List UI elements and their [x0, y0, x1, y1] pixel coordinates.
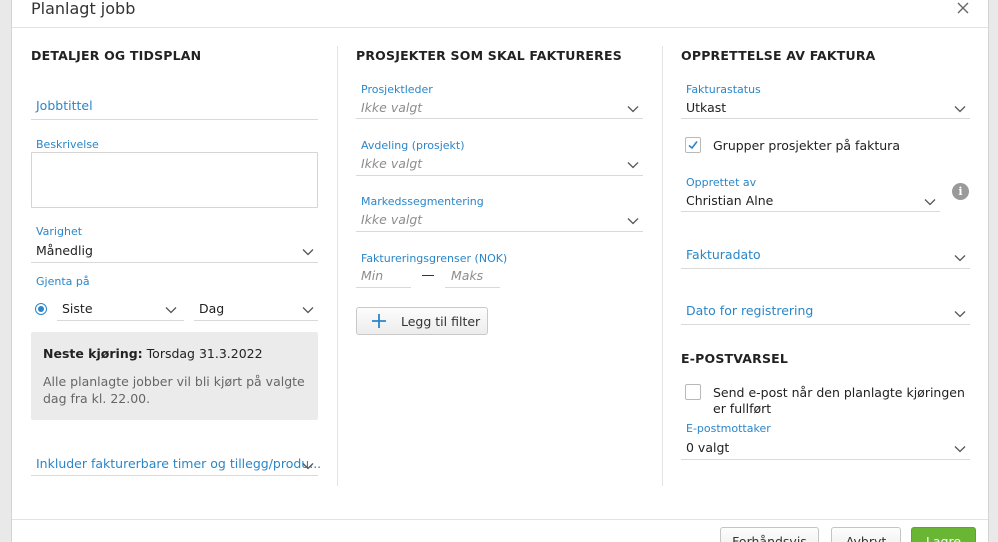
include-billable-select[interactable]: Inkluder fakturerbare timer og tillegg/p…	[36, 456, 321, 471]
invoice-status-select[interactable]: Utkast	[686, 100, 726, 115]
group-projects-checkbox[interactable]	[685, 137, 701, 153]
project-manager-select[interactable]: Ikke valgt	[361, 100, 422, 115]
repeat-unit-underline	[194, 320, 318, 321]
send-email-label: Send e-post når den planlagte kjøringen …	[713, 385, 965, 416]
chevron-down-icon[interactable]	[302, 248, 314, 256]
description-textarea[interactable]	[31, 152, 318, 208]
email-recipients-select[interactable]: 0 valgt	[686, 440, 729, 455]
cancel-button[interactable]: Avbryt	[831, 527, 901, 542]
registration-date-underline	[681, 324, 970, 325]
schedule-info-text: Alle planlagte jobber vil bli kjørt på v…	[43, 374, 305, 406]
min-limit-underline	[356, 287, 411, 288]
repeat-radio[interactable]	[35, 303, 47, 315]
dialog-footer-divider	[12, 519, 988, 520]
send-email-checkbox[interactable]	[685, 384, 701, 400]
repeat-position-underline	[57, 320, 184, 321]
created-by-underline	[681, 211, 940, 212]
invoice-section-title: OPPRETTELSE AV FAKTURA	[681, 48, 876, 63]
email-recipients-label: E-postmottaker	[686, 422, 771, 435]
segment-label: Markedssegmentering	[361, 195, 484, 208]
chevron-down-icon[interactable]	[954, 105, 966, 113]
range-dash	[422, 275, 434, 276]
department-underline	[356, 175, 643, 176]
invoice-status-underline	[681, 118, 970, 119]
invoice-date-select[interactable]: Fakturadato	[686, 247, 761, 262]
project-manager-label: Prosjektleder	[361, 83, 433, 96]
project-manager-underline	[356, 118, 643, 119]
details-section-title: DETALJER OG TIDSPLAN	[31, 48, 202, 63]
duration-label: Varighet	[36, 225, 83, 238]
department-label: Avdeling (prosjekt)	[361, 139, 465, 152]
email-recipients-underline	[681, 459, 970, 460]
column-divider	[662, 46, 663, 486]
job-title-input[interactable]: Jobbtittel	[36, 98, 93, 113]
email-section-title: E-POSTVARSEL	[681, 351, 789, 366]
segment-select[interactable]: Ikke valgt	[361, 212, 422, 227]
max-limit-input[interactable]: Maks	[451, 268, 483, 283]
chevron-down-icon[interactable]	[627, 217, 639, 225]
include-underline	[31, 475, 318, 476]
chevron-down-icon[interactable]	[954, 310, 966, 318]
invoice-status-label: Fakturastatus	[686, 83, 761, 96]
repeat-unit-select[interactable]: Dag	[199, 301, 224, 316]
info-icon[interactable]: i	[952, 183, 969, 200]
created-by-label: Opprettet av	[686, 176, 757, 189]
description-label: Beskrivelse	[36, 138, 99, 151]
chevron-down-icon[interactable]	[627, 161, 639, 169]
preview-button[interactable]: Forhåndsvis	[720, 527, 819, 542]
department-select[interactable]: Ikke valgt	[361, 156, 422, 171]
min-limit-input[interactable]: Min	[361, 268, 383, 283]
chevron-down-icon[interactable]	[924, 198, 936, 206]
next-run-line: Neste kjøring: Torsdag 31.3.2022	[43, 346, 263, 361]
segment-underline	[356, 231, 643, 232]
group-projects-label: Grupper prosjekter på faktura	[713, 138, 900, 153]
column-divider	[337, 46, 338, 486]
dialog-header: Planlagt jobb	[12, 0, 988, 28]
chevron-down-icon[interactable]	[627, 105, 639, 113]
repeat-position-select[interactable]: Siste	[62, 301, 93, 316]
chevron-down-icon[interactable]	[954, 254, 966, 262]
chevron-down-icon[interactable]	[954, 445, 966, 453]
duration-select[interactable]: Månedlig	[36, 243, 93, 258]
repeat-label: Gjenta på	[36, 275, 90, 288]
job-title-underline	[31, 119, 318, 120]
next-run-info-box: Neste kjøring: Torsdag 31.3.2022 Alle pl…	[31, 332, 318, 420]
projects-section-title: PROSJEKTER SOM SKAL FAKTURERES	[356, 48, 622, 63]
add-filter-label: Legg til filter	[401, 314, 481, 329]
dialog-title: Planlagt jobb	[31, 0, 136, 18]
plus-icon	[371, 313, 387, 329]
max-limit-underline	[445, 287, 500, 288]
created-by-select[interactable]: Christian Alne	[686, 193, 773, 208]
invoice-date-underline	[681, 268, 970, 269]
duration-underline	[31, 262, 318, 263]
add-filter-button[interactable]: Legg til filter	[356, 307, 488, 335]
close-icon[interactable]	[955, 0, 971, 16]
billing-limits-label: Faktureringsgrenser (NOK)	[361, 252, 508, 265]
chevron-down-icon[interactable]	[165, 306, 177, 314]
next-run-value: Torsdag 31.3.2022	[146, 346, 263, 361]
scheduled-job-dialog: Planlagt jobb DETALJER OG TIDSPLAN Jobbt…	[11, 0, 989, 542]
chevron-down-icon[interactable]	[302, 462, 314, 470]
save-button[interactable]: Lagre	[911, 527, 976, 542]
chevron-down-icon[interactable]	[302, 306, 314, 314]
registration-date-select[interactable]: Dato for registrering	[686, 303, 813, 318]
next-run-label: Neste kjøring:	[43, 346, 143, 361]
